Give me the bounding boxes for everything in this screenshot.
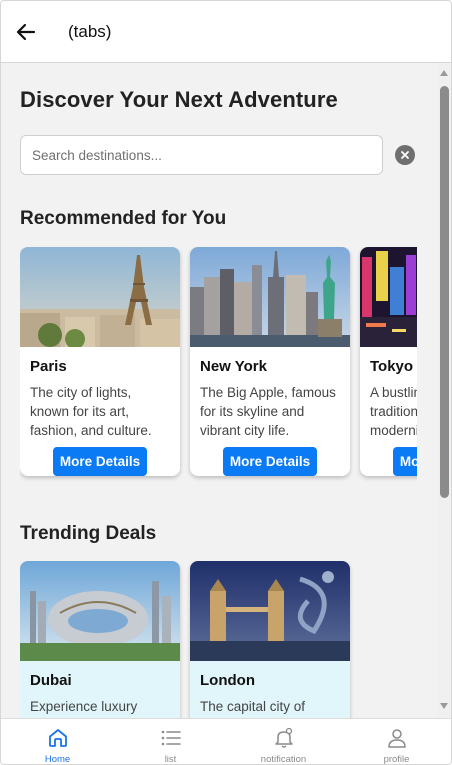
- trending-carousel[interactable]: Dubai Experience luxury London The capit…: [20, 561, 417, 718]
- dubai-image: [20, 561, 180, 661]
- card-title: New York: [200, 358, 267, 375]
- main-scroll-area[interactable]: Discover Your Next Adventure Recommended…: [1, 63, 437, 718]
- person-icon: [387, 729, 406, 748]
- tab-profile[interactable]: profile: [340, 719, 451, 765]
- vertical-scrollbar[interactable]: [437, 63, 451, 718]
- tab-label: notification: [260, 754, 307, 765]
- london-image: [190, 561, 350, 661]
- bottom-tab-bar: Home list notification profile: [1, 718, 451, 765]
- card-description: A bustling city blending tradition with …: [370, 385, 417, 438]
- tab-label: profile: [383, 754, 410, 765]
- card-title: Dubai: [30, 672, 72, 689]
- scrollbar-thumb[interactable]: [440, 86, 449, 498]
- destination-card[interactable]: Paris The city of lights, known for its …: [20, 247, 180, 476]
- card-description: The Big Apple, famous for its skyline an…: [200, 385, 336, 438]
- destination-card[interactable]: Tokyo A bustling city blending tradition…: [360, 247, 417, 476]
- card-title: Paris: [30, 358, 67, 375]
- card-title: Tokyo: [370, 358, 414, 375]
- scroll-down-arrow-icon[interactable]: [440, 703, 448, 709]
- clear-search-button[interactable]: [395, 145, 415, 165]
- new-york-image: [190, 247, 350, 347]
- tab-notification[interactable]: notification: [227, 719, 340, 765]
- paris-image: [20, 247, 180, 347]
- recommended-carousel[interactable]: Paris The city of lights, known for its …: [20, 247, 417, 487]
- header: (tabs): [1, 1, 451, 63]
- trending-section-title: Trending Deals: [20, 523, 157, 544]
- home-icon: [48, 729, 67, 747]
- app-window: (tabs) Discover Your Next Adventure Reco…: [0, 0, 452, 765]
- tab-list[interactable]: list: [114, 719, 227, 765]
- more-details-button[interactable]: More Details: [223, 447, 317, 476]
- page-title: Discover Your Next Adventure: [20, 87, 338, 112]
- deal-card[interactable]: London The capital city of: [190, 561, 350, 718]
- tab-home[interactable]: Home: [1, 719, 114, 765]
- search-box: [20, 135, 383, 175]
- arrow-left-icon: [16, 23, 36, 40]
- tab-label: list: [164, 754, 177, 765]
- tokyo-image: [360, 247, 417, 347]
- card-title: London: [200, 672, 255, 689]
- card-description: Experience luxury: [30, 699, 138, 714]
- card-description: The capital city of: [200, 699, 306, 714]
- close-icon: [401, 151, 409, 159]
- bell-icon: [274, 727, 293, 748]
- destination-card[interactable]: New York The Big Apple, famous for its s…: [190, 247, 350, 476]
- header-title: (tabs): [68, 21, 112, 41]
- card-description: The city of lights, known for its art, f…: [30, 385, 152, 438]
- tab-label: Home: [44, 754, 71, 765]
- more-details-button[interactable]: More Details: [53, 447, 147, 476]
- list-icon: [161, 730, 181, 746]
- back-button[interactable]: [1, 1, 51, 63]
- deal-card[interactable]: Dubai Experience luxury: [20, 561, 180, 718]
- recommended-section-title: Recommended for You: [20, 208, 227, 229]
- more-details-button[interactable]: More Details: [393, 447, 417, 476]
- search-input[interactable]: [21, 136, 382, 174]
- scroll-up-arrow-icon[interactable]: [440, 70, 448, 76]
